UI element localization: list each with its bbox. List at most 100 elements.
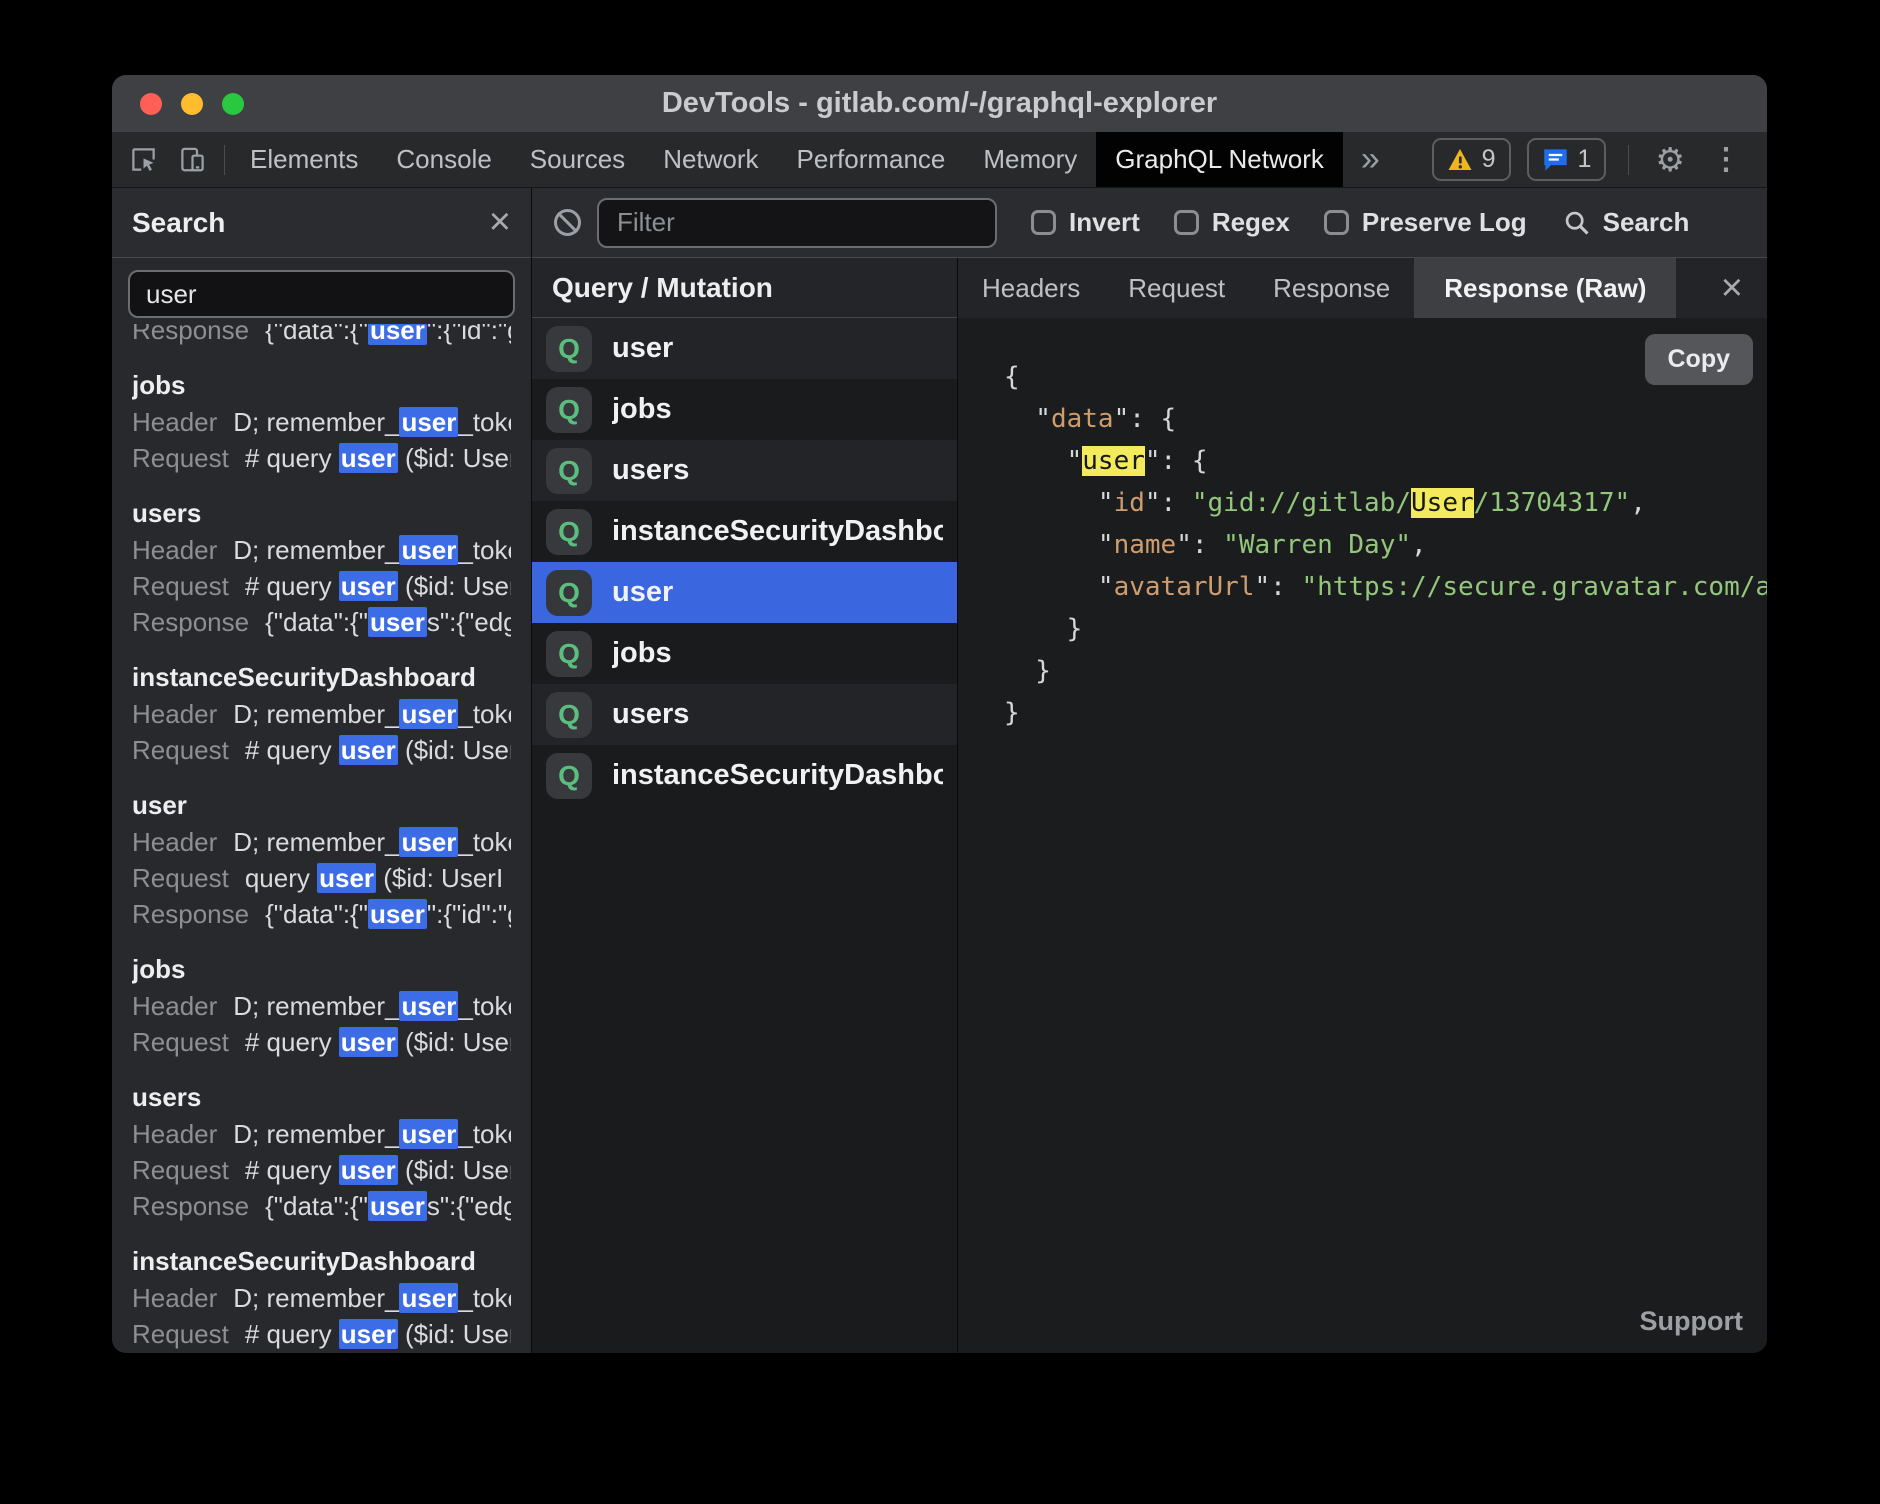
detail-tab-response-raw[interactable]: Response (Raw) <box>1414 258 1676 318</box>
tab-memory[interactable]: Memory <box>964 132 1096 187</box>
clear-log-icon[interactable] <box>554 209 581 236</box>
search-toggle[interactable]: Search <box>1563 207 1690 238</box>
query-name: jobs <box>612 393 672 426</box>
search-result-group-title: users <box>132 1078 511 1116</box>
search-result-row[interactable]: Request# query user ($id: UserI <box>132 1152 511 1188</box>
search-result-row[interactable]: Request# query user ($id: UserI <box>132 440 511 476</box>
result-row-label: Request <box>132 1155 229 1185</box>
search-match-highlight: user <box>339 735 398 765</box>
tab-network[interactable]: Network <box>644 132 777 187</box>
search-result-row[interactable]: Request# query user ($id: UserI <box>132 732 511 768</box>
query-type-icon: Q <box>546 509 592 555</box>
search-match-highlight: user <box>317 863 376 893</box>
search-match-highlight: user <box>399 991 458 1021</box>
issues-badge[interactable]: 1 <box>1527 138 1607 181</box>
search-result-row[interactable]: Response{"data":{"user":{"id":"gid <box>132 324 511 348</box>
query-list-item-user[interactable]: Quser <box>532 318 957 379</box>
result-row-label: Request <box>132 863 229 893</box>
zoom-window-button[interactable] <box>222 93 244 115</box>
query-list-item-jobs[interactable]: Qjobs <box>532 623 957 684</box>
search-results: Response{"data":{"user":{"id":"gidjobsHe… <box>112 324 531 1353</box>
preserve-log-checkbox[interactable] <box>1324 210 1349 235</box>
search-match-highlight: user <box>399 535 458 565</box>
search-panel-title: Search <box>132 207 489 239</box>
query-list-item-instancesecuritydashboard[interactable]: QinstanceSecurityDashboard <box>532 501 957 562</box>
query-list-item-users[interactable]: Qusers <box>532 684 957 745</box>
toolbar-separator <box>224 145 225 175</box>
filter-input[interactable] <box>597 198 997 248</box>
search-result-row[interactable]: Response{"data":{"user":{"id":"gid <box>132 896 511 932</box>
search-result-row[interactable]: HeaderD; remember_user_token=e <box>132 696 511 732</box>
detail-tab-response[interactable]: Response <box>1249 258 1414 318</box>
tab-performance[interactable]: Performance <box>778 132 965 187</box>
query-list-item-jobs[interactable]: Qjobs <box>532 379 957 440</box>
search-match-highlight: user <box>399 407 458 437</box>
query-name: instanceSecurityDashboard <box>612 759 943 792</box>
query-name: users <box>612 454 689 487</box>
search-result-row[interactable]: HeaderD; remember_user_token=e <box>132 1116 511 1152</box>
search-match-highlight: user <box>339 443 398 473</box>
search-result-row[interactable]: Request# query user ($id: UserI <box>132 568 511 604</box>
tab-graphql-network[interactable]: GraphQL Network <box>1096 132 1343 187</box>
json-line: "id": "gid://gitlab/User/13704317", <box>1004 482 1767 524</box>
result-row-label: Header <box>132 827 217 857</box>
search-match-highlight: user <box>1082 446 1145 476</box>
toolbar-separator <box>1628 145 1629 175</box>
search-result-group-title: jobs <box>132 366 511 404</box>
query-mutation-panel: Query / Mutation QuserQjobsQusersQinstan… <box>532 258 958 1353</box>
copy-button[interactable]: Copy <box>1645 334 1754 385</box>
more-tabs-icon[interactable]: » <box>1343 132 1398 187</box>
warnings-badge[interactable]: 9 <box>1432 138 1511 181</box>
close-search-icon[interactable]: × <box>489 207 511 237</box>
query-type-icon: Q <box>546 753 592 799</box>
invert-checkbox[interactable] <box>1031 210 1056 235</box>
tab-console[interactable]: Console <box>377 132 510 187</box>
search-panel: Search × Response{"data":{"user":{"id":"… <box>112 188 532 1353</box>
json-line: } <box>1004 692 1767 734</box>
detail-tab-headers[interactable]: Headers <box>958 258 1104 318</box>
result-row-label: Request <box>132 1319 229 1349</box>
search-panel-header: Search × <box>112 188 531 258</box>
search-result-row[interactable]: Requestquery user ($id: UserI <box>132 860 511 896</box>
traffic-lights <box>140 75 244 132</box>
search-result-row[interactable]: HeaderD; remember_user_token=e <box>132 532 511 568</box>
search-icon <box>1563 209 1591 237</box>
query-list-item-user[interactable]: Quser <box>532 562 957 623</box>
search-result-row[interactable]: HeaderD; remember_user_token=e <box>132 404 511 440</box>
device-toolbar-icon[interactable] <box>179 146 206 173</box>
tab-sources[interactable]: Sources <box>511 132 644 187</box>
search-input[interactable] <box>128 270 515 318</box>
result-row-label: Response <box>132 899 249 929</box>
json-line: } <box>1004 650 1767 692</box>
detail-tab-request[interactable]: Request <box>1104 258 1249 318</box>
query-list-item-instancesecuritydashboard[interactable]: QinstanceSecurityDashboard <box>532 745 957 806</box>
tab-elements[interactable]: Elements <box>231 132 377 187</box>
close-detail-icon[interactable]: × <box>1721 273 1767 303</box>
search-match-highlight: user <box>339 1027 398 1057</box>
regex-label: Regex <box>1212 207 1290 238</box>
detail-panel: HeadersRequestResponseResponse (Raw) × Co… <box>958 258 1767 1353</box>
support-link[interactable]: Support <box>1640 1306 1743 1337</box>
search-match-highlight: User <box>1411 488 1474 518</box>
result-row-label: Request <box>132 735 229 765</box>
search-result-row[interactable]: Request# query user ($id: UserI <box>132 1024 511 1060</box>
toolbar-right: 9 1 ⚙ ⋮ <box>1432 132 1767 187</box>
json-line: "data": { <box>1004 398 1767 440</box>
query-type-icon: Q <box>546 448 592 494</box>
kebab-menu-icon[interactable]: ⋮ <box>1705 145 1747 175</box>
minimize-window-button[interactable] <box>181 93 203 115</box>
search-result-row[interactable]: Response{"data":{"users":{"edges <box>132 604 511 640</box>
search-result-row[interactable]: Request# query user ($id: UserI <box>132 1316 511 1352</box>
settings-gear-icon[interactable]: ⚙ <box>1651 143 1689 176</box>
search-match-highlight: user <box>399 827 458 857</box>
query-list-item-users[interactable]: Qusers <box>532 440 957 501</box>
regex-checkbox[interactable] <box>1174 210 1199 235</box>
search-result-row[interactable]: HeaderD; remember_user_token=e <box>132 988 511 1024</box>
search-result-row[interactable]: HeaderD; remember_user_token=e <box>132 824 511 860</box>
close-window-button[interactable] <box>140 93 162 115</box>
inspect-element-icon[interactable] <box>130 146 157 173</box>
search-result-row[interactable]: Response{"data":{"users":{"edges <box>132 1188 511 1224</box>
query-type-icon: Q <box>546 692 592 738</box>
search-result-row[interactable]: HeaderD; remember_user_token=e <box>132 1280 511 1316</box>
query-type-icon: Q <box>546 570 592 616</box>
